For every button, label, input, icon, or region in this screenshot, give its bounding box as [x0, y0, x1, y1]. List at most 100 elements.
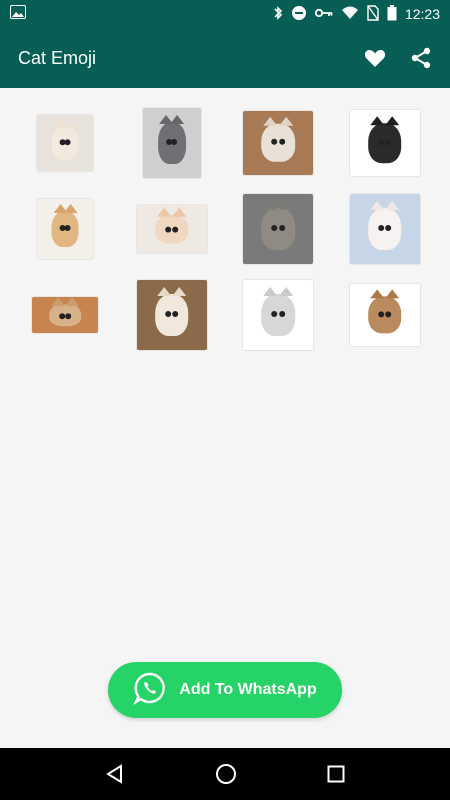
sticker-6[interactable]	[136, 205, 207, 253]
sticker-cell	[332, 194, 439, 264]
cat-face	[367, 201, 402, 250]
cat-face	[154, 287, 189, 336]
cat-ear	[65, 297, 80, 307]
cat-ear	[156, 207, 171, 217]
cat-face	[367, 289, 402, 334]
cat-eye	[172, 226, 179, 233]
cat-eye	[271, 139, 278, 146]
cat-ear	[369, 289, 384, 299]
no-sim-icon	[367, 4, 379, 24]
image-notification-icon	[10, 4, 26, 24]
cat-ear	[279, 116, 294, 126]
app-title: Cat Emoji	[18, 47, 97, 68]
cat-face	[367, 116, 402, 163]
cat-eye	[278, 310, 285, 317]
cat-ear	[385, 289, 400, 299]
cat-eye	[271, 224, 278, 231]
sticker-4[interactable]	[349, 110, 420, 176]
sticker-pack-content	[0, 88, 450, 748]
cat-ear	[369, 116, 384, 126]
cat-eye	[378, 224, 385, 231]
cat-eye	[65, 312, 72, 319]
sticker-cell	[12, 194, 119, 264]
cat-face	[154, 207, 189, 244]
cat-eye	[58, 312, 65, 319]
sticker-grid	[0, 108, 450, 350]
share-icon[interactable]	[410, 47, 432, 69]
cat-face	[51, 119, 79, 160]
sticker-cell	[119, 280, 226, 350]
cat-eye	[165, 226, 172, 233]
status-left	[10, 4, 26, 24]
cat-face	[157, 115, 186, 164]
cat-ear	[172, 287, 187, 296]
sticker-9[interactable]	[32, 297, 99, 333]
sticker-cell	[225, 280, 332, 350]
sticker-1[interactable]	[37, 115, 94, 171]
cat-ear	[279, 287, 294, 296]
cat-eye	[378, 311, 385, 318]
sticker-5[interactable]	[37, 199, 94, 259]
cat-eye	[385, 224, 392, 231]
cat-eye	[165, 310, 172, 317]
cat-ear	[385, 116, 400, 126]
cat-eye	[385, 139, 392, 146]
cat-eye	[378, 139, 385, 146]
sticker-3[interactable]	[243, 111, 314, 175]
cat-ear	[263, 201, 278, 210]
vpn-key-icon	[314, 6, 333, 22]
cat-ear	[170, 115, 185, 124]
cat-ear	[369, 201, 384, 210]
cat-ear	[51, 297, 66, 307]
cat-ear	[263, 287, 278, 296]
add-to-whatsapp-label: Add To WhatsApp	[179, 681, 317, 698]
cat-eye	[171, 138, 178, 145]
sticker-cell	[225, 108, 332, 178]
cat-ear	[279, 201, 294, 210]
cat-face	[261, 287, 296, 336]
cat-ear	[156, 287, 171, 296]
sticker-cell	[119, 194, 226, 264]
sticker-cell	[12, 108, 119, 178]
bluetooth-icon	[273, 5, 283, 24]
sticker-10[interactable]	[136, 280, 207, 350]
do-not-disturb-icon	[291, 5, 307, 24]
sticker-cell	[119, 108, 226, 178]
back-icon[interactable]	[105, 764, 125, 784]
app-bar: Cat Emoji	[0, 28, 450, 88]
battery-icon	[387, 4, 397, 24]
sticker-8[interactable]	[349, 194, 420, 264]
add-to-whatsapp-button[interactable]: Add To WhatsApp	[108, 662, 342, 718]
cat-eye	[385, 311, 392, 318]
cat-face	[261, 116, 296, 163]
cat-ear	[385, 201, 400, 210]
cat-ear	[63, 204, 78, 213]
cat-eye	[271, 310, 278, 317]
cat-eye	[64, 139, 71, 146]
cat-eye	[278, 224, 285, 231]
cat-eye	[172, 310, 179, 317]
home-icon[interactable]	[215, 763, 237, 785]
system-nav-bar	[0, 748, 450, 800]
sticker-cell	[332, 280, 439, 350]
heart-icon[interactable]	[364, 48, 386, 68]
status-time: 12:23	[404, 6, 440, 22]
cat-face	[49, 297, 82, 326]
sticker-cell	[12, 280, 119, 350]
sticker-11[interactable]	[243, 280, 314, 350]
cat-face	[51, 204, 79, 247]
status-bar: 12:23	[0, 0, 450, 28]
sticker-12[interactable]	[349, 284, 420, 346]
cat-eye	[64, 225, 71, 232]
sticker-2[interactable]	[142, 108, 201, 178]
wifi-icon	[341, 6, 359, 23]
sticker-cell	[332, 108, 439, 178]
status-right: 12:23	[273, 4, 440, 24]
sticker-cell	[225, 194, 332, 264]
cat-ear	[263, 116, 278, 126]
cat-ear	[63, 119, 78, 129]
sticker-7[interactable]	[243, 194, 314, 264]
cat-face	[261, 201, 296, 250]
recents-icon[interactable]	[327, 765, 345, 783]
cat-eye	[278, 139, 285, 146]
